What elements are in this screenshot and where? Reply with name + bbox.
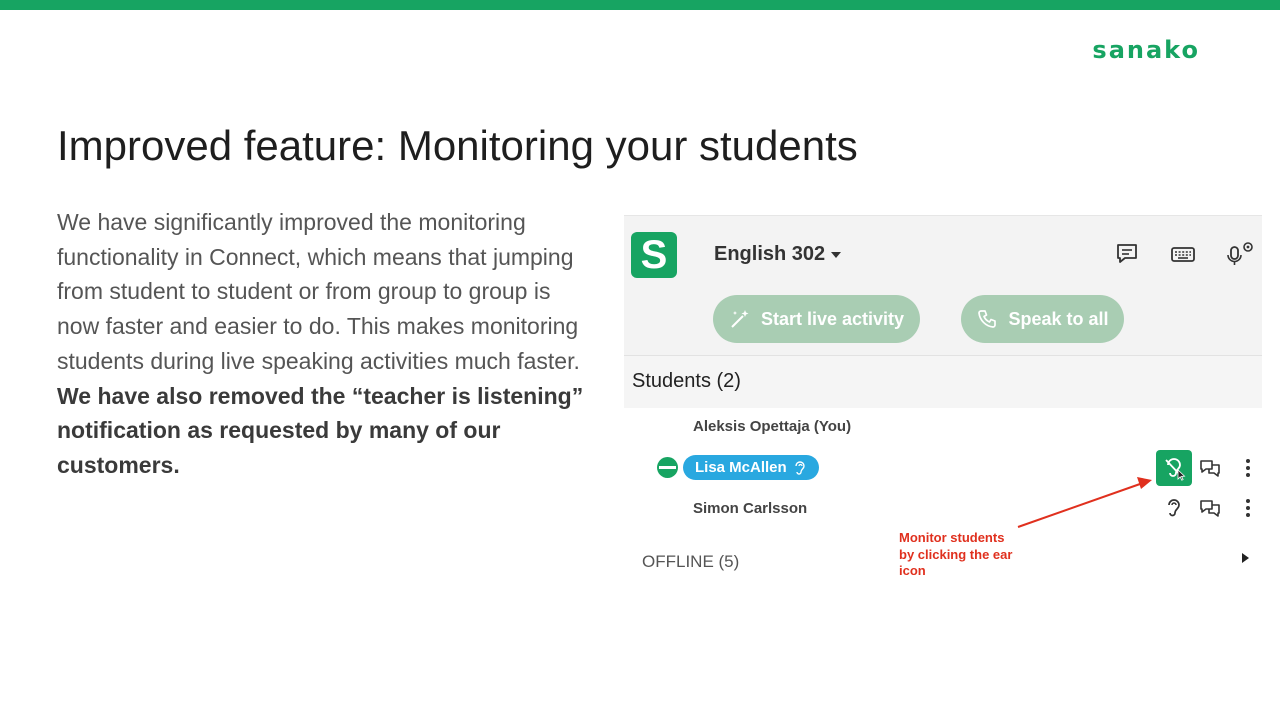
annotation-line: Monitor students (899, 530, 1005, 545)
annotation-line: icon (899, 563, 926, 578)
annotation-arrow (1017, 477, 1152, 528)
annotation-callout: Monitor students by clicking the ear ico… (899, 530, 1059, 580)
annotation-line: by clicking the ear (899, 546, 1013, 562)
